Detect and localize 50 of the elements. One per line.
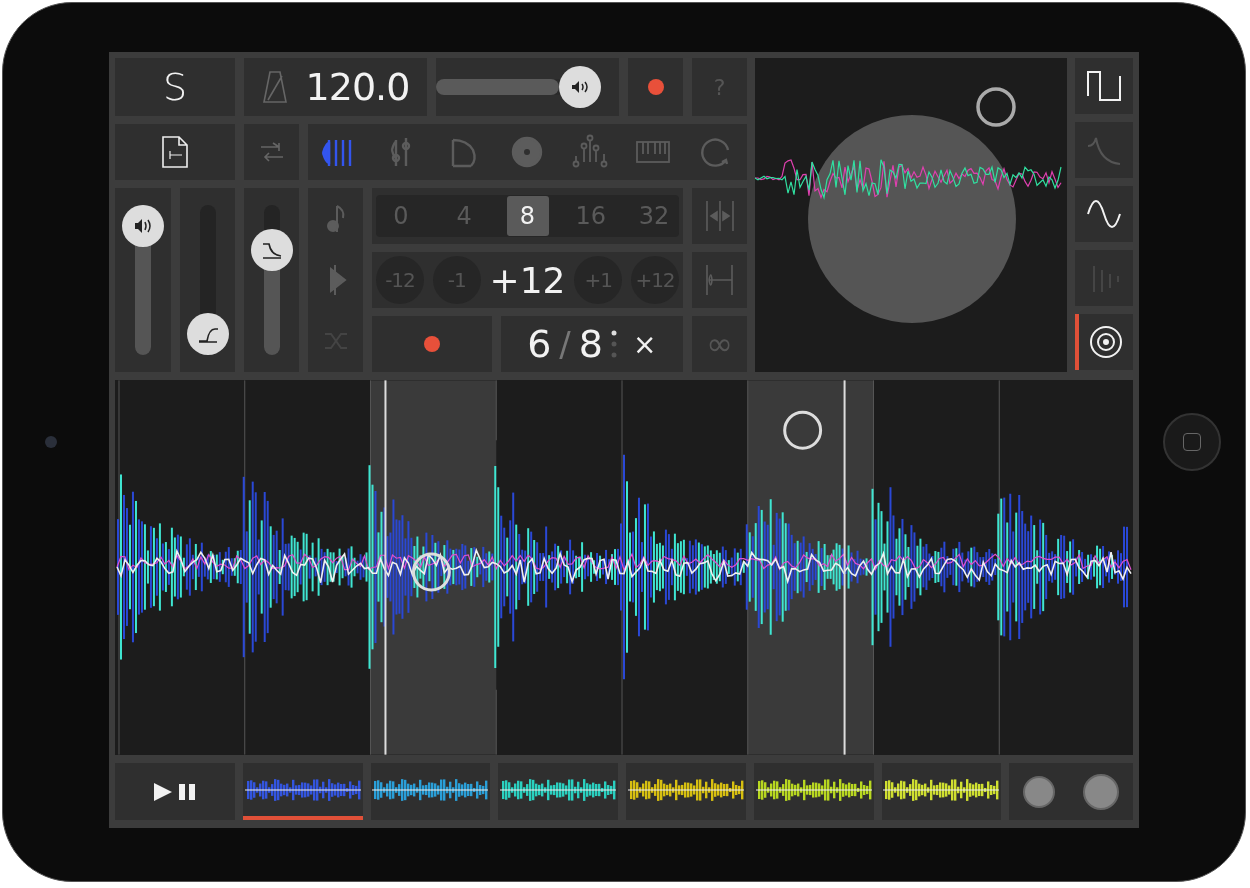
attack-curve-icon [196,325,219,343]
split-icon [704,199,735,233]
time-signature-numerator[interactable]: 6 [527,322,552,366]
round-pad[interactable] [1083,773,1120,810]
playhead-line[interactable] [843,380,846,755]
waveform-button[interactable] [1075,186,1133,242]
slider-thumb[interactable] [558,66,601,108]
clip-slot[interactable] [626,763,746,820]
clip-slot[interactable] [881,763,1002,820]
vertical-slider[interactable] [250,205,293,355]
time-signature-denominator[interactable]: 8 [578,322,603,366]
camera-dot [45,436,57,448]
loop-button[interactable]: ∞ [692,316,747,372]
clip-slot[interactable] [498,763,618,820]
swap-arrows-icon [258,141,285,163]
round-pad[interactable] [1023,775,1056,808]
dots-icon [611,329,617,359]
close-button[interactable]: × [625,327,657,361]
waveform-button[interactable] [1075,58,1133,114]
play-pause-icon [151,780,198,803]
vertical-slider[interactable] [122,205,164,355]
record-pattern-button[interactable] [372,316,492,372]
time-signature-slash: / [559,324,571,364]
play-pause-button[interactable] [115,763,235,820]
speaker-icon [132,217,154,235]
clip-slot[interactable] [242,763,363,820]
transpose-value: +12 [489,259,566,301]
slider-thumb[interactable] [122,205,164,247]
vertical-slider[interactable] [186,205,229,355]
slider-thumb[interactable] [250,228,293,271]
waveform-button[interactable] [1075,314,1133,370]
file-icon [161,135,189,169]
playhead-line[interactable] [384,380,387,755]
release-curve-icon [260,240,283,259]
app-logo[interactable]: S [162,65,188,109]
quantize-option[interactable]: 8 [506,196,549,236]
target-icon [1088,324,1124,360]
help-button[interactable]: ? [692,58,747,116]
ring-marker[interactable] [976,87,1016,127]
record-button[interactable] [628,58,683,116]
speaker-icon [570,80,589,94]
slider-thumb[interactable] [186,313,229,355]
clip-slot[interactable] [370,763,491,820]
square-wave-icon [1086,68,1122,104]
waveform-editor[interactable] [115,380,1133,755]
trim-icon [704,263,735,297]
tempo-value[interactable]: 120.0 [305,65,410,109]
file-button[interactable] [115,124,235,180]
clip-slot[interactable] [753,763,874,820]
touch-pad-circle[interactable] [808,115,1016,323]
